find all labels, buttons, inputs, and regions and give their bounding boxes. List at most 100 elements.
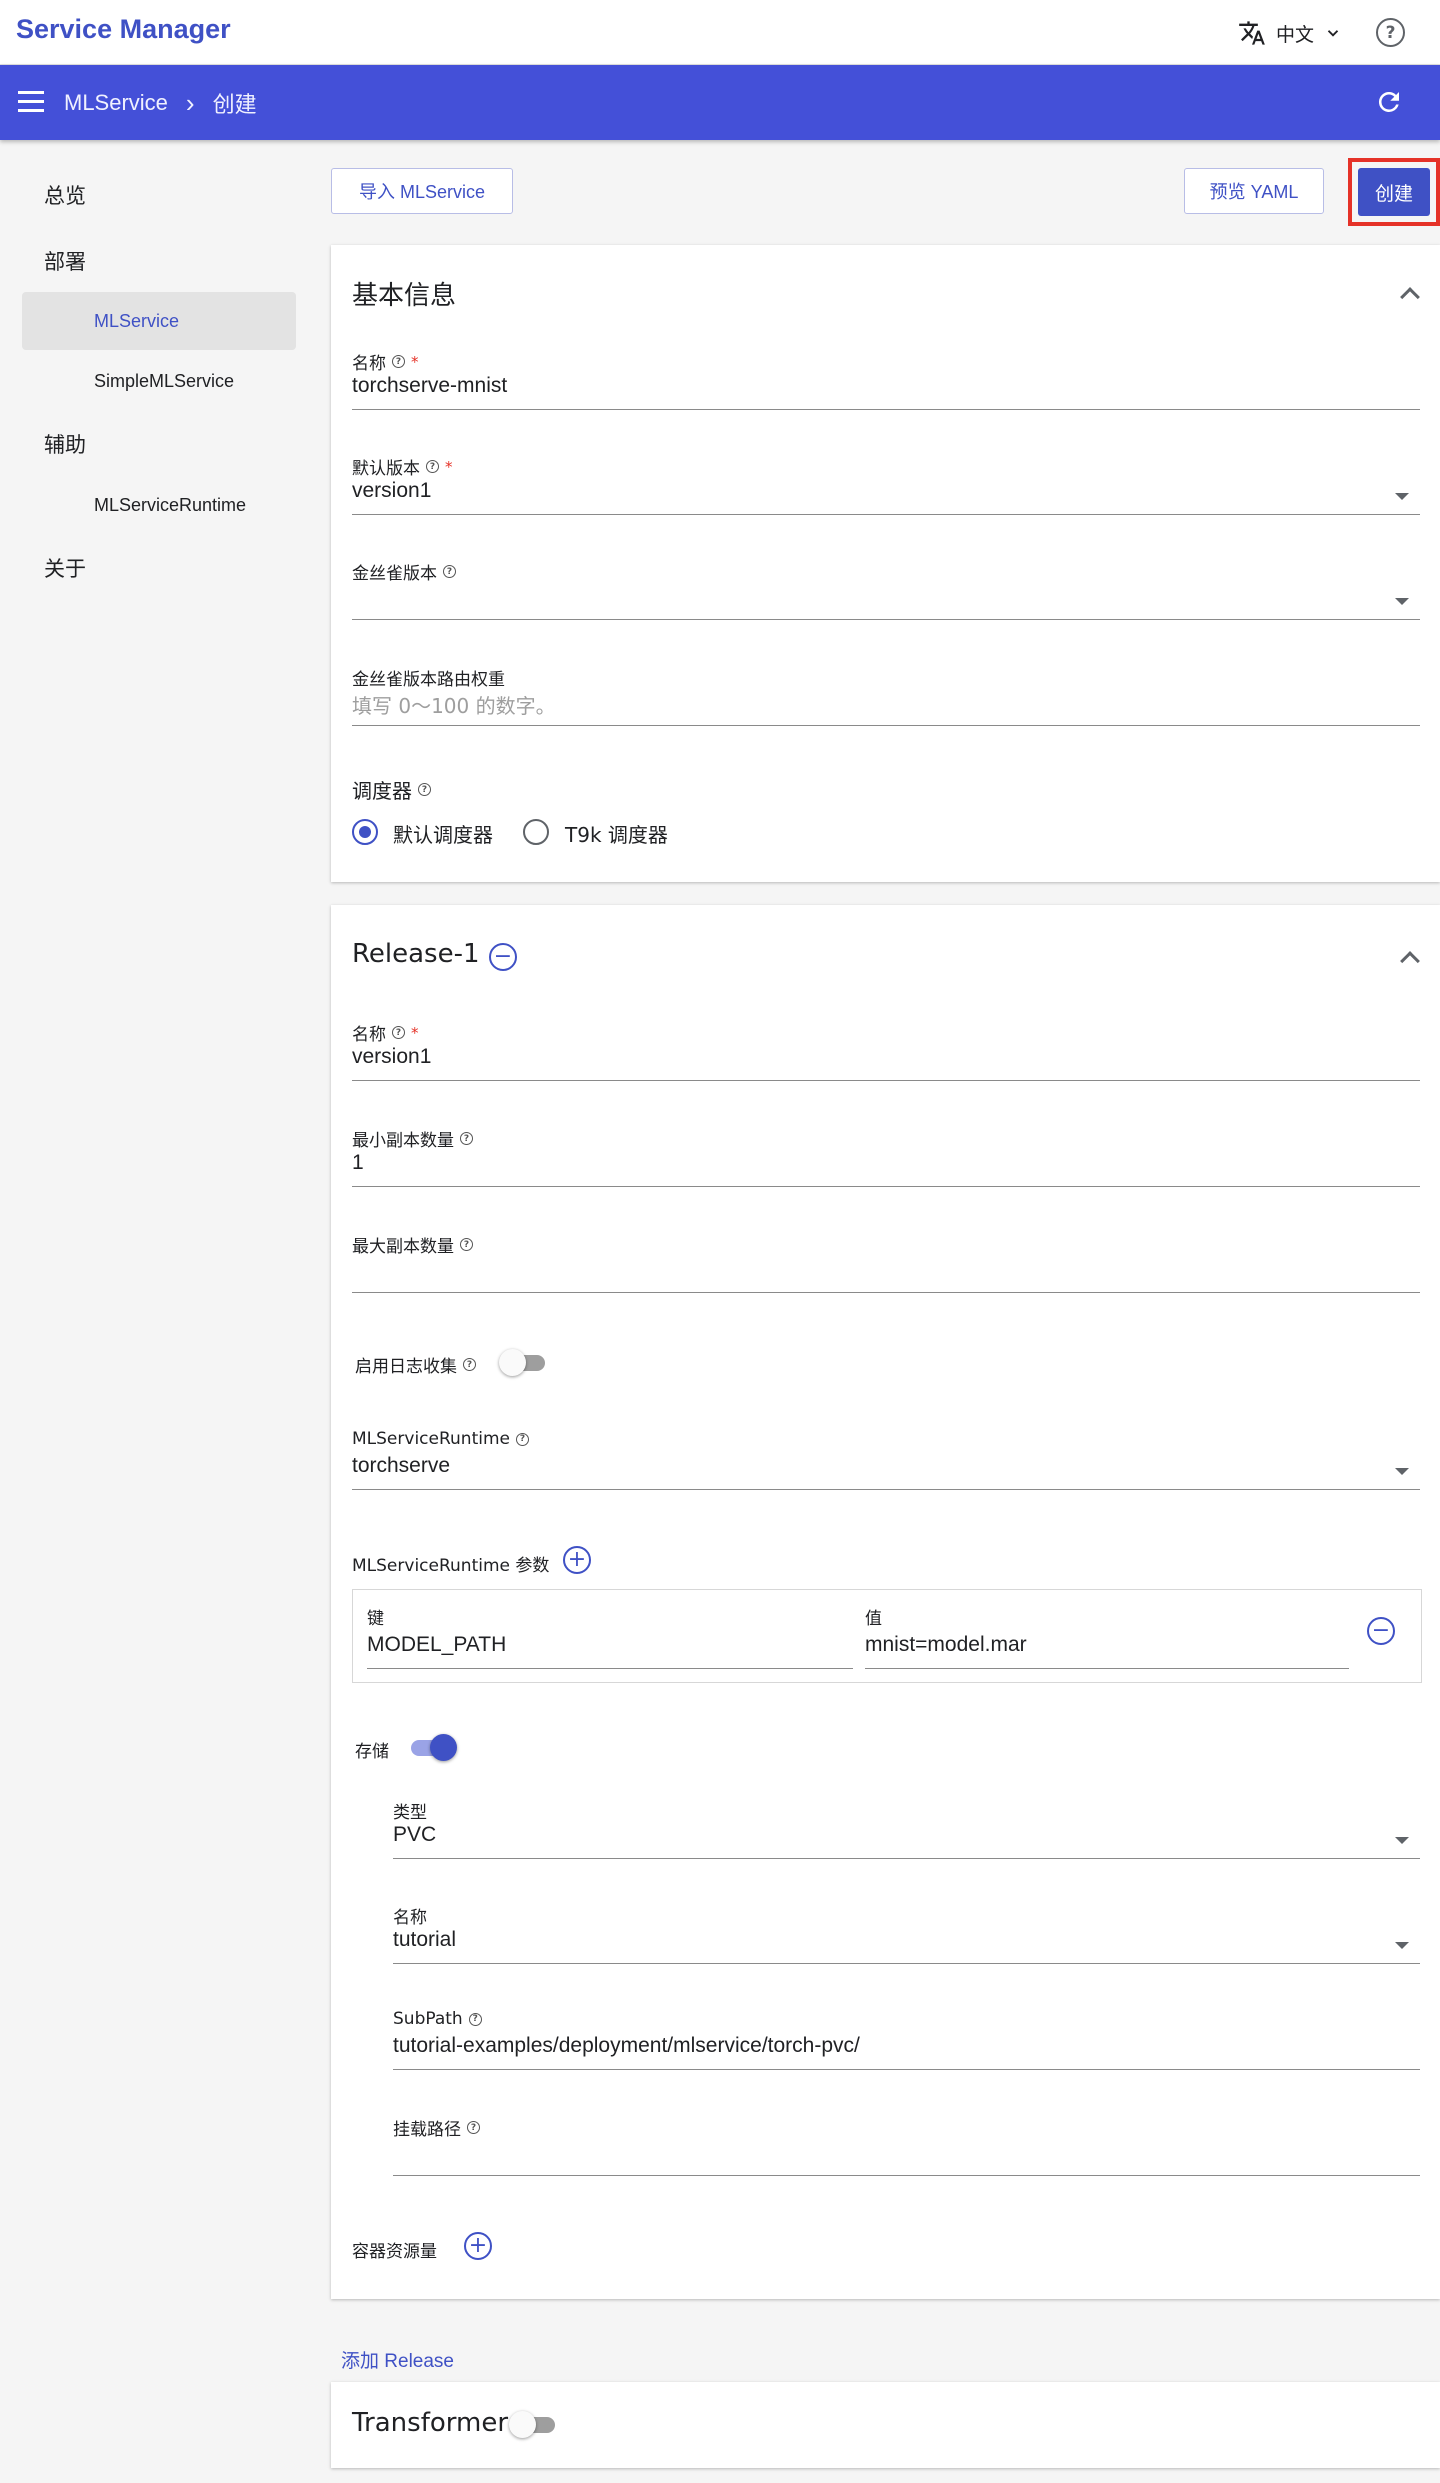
default-version-label: 默认版本 xyxy=(352,459,420,479)
subpath-label: SubPath xyxy=(393,2009,463,2029)
mount-path-label: 挂载路径 xyxy=(393,2120,461,2140)
basic-info-card: 基本信息 名称? * torchserve-mnist 默认版本? * versio… xyxy=(331,245,1440,882)
canary-weight-placeholder[interactable]: 填写 0～100 的数字。 xyxy=(352,690,556,719)
param-value-label: 值 xyxy=(865,1609,882,1629)
storage-type-label: 类型 xyxy=(393,1803,427,1823)
resources-label-row: 容器资源量 xyxy=(352,2237,437,2262)
logging-toggle[interactable] xyxy=(499,1347,549,1377)
refresh-icon[interactable] xyxy=(1374,87,1404,117)
required-mark: * xyxy=(411,352,419,371)
sidebar-group-auxiliary: 辅助 xyxy=(44,433,86,457)
sidebar-item-overview[interactable]: 总览 xyxy=(44,180,86,210)
sidebar-item-simplemlservice[interactable]: SimpleMLService xyxy=(22,352,296,410)
storage-toggle[interactable] xyxy=(407,1732,457,1762)
breadcrumb-separator: › xyxy=(185,87,195,118)
sidebar-item-mlserviceruntime[interactable]: MLServiceRuntime xyxy=(22,476,296,534)
import-mlservice-button[interactable]: 导入 MLService xyxy=(331,168,513,214)
help-icon: ? xyxy=(515,1432,529,1446)
storage-name-value[interactable]: tutorial xyxy=(393,1928,456,1952)
help-icon: ? xyxy=(443,565,456,578)
transformer-title: Transformer xyxy=(352,2408,509,2438)
max-replicas-label: 最大副本数量 xyxy=(352,1237,454,1257)
release-name-value[interactable]: version1 xyxy=(352,1045,431,1069)
collapse-icon[interactable] xyxy=(1400,287,1420,307)
create-button[interactable]: 创建 xyxy=(1358,168,1430,216)
top-app-bar: Service Manager 中文 ? xyxy=(0,0,1440,65)
storage-label-row: 存储 xyxy=(355,1737,389,1762)
help-icon: ? xyxy=(468,2012,482,2026)
create-button-highlight: 创建 xyxy=(1348,158,1440,226)
storage-name-label: 名称 xyxy=(393,1908,427,1928)
remove-release-icon[interactable]: − xyxy=(489,943,517,971)
dropdown-caret-icon xyxy=(1395,598,1409,605)
language-switcher[interactable]: 中文 xyxy=(1238,17,1342,49)
dropdown-caret-icon xyxy=(1395,1837,1409,1844)
breadcrumb-current: 创建 xyxy=(212,92,257,117)
help-icon: ? xyxy=(392,1026,405,1039)
sidebar-item-about[interactable]: 关于 xyxy=(44,553,86,583)
sidebar-group-deploy: 部署 xyxy=(44,250,86,274)
transformer-toggle[interactable] xyxy=(509,2409,559,2439)
storage-label: 存储 xyxy=(355,1742,389,1762)
navigation-bar: MLService › 创建 xyxy=(0,65,1440,140)
runtime-value[interactable]: torchserve xyxy=(352,1454,450,1478)
language-label: 中文 xyxy=(1276,23,1315,46)
param-value-value[interactable]: mnist=model.mar xyxy=(865,1633,1027,1657)
logging-label: 启用日志收集 xyxy=(355,1357,457,1377)
add-param-icon[interactable]: + xyxy=(563,1546,591,1574)
dropdown-caret-icon xyxy=(1395,1942,1409,1949)
help-icon[interactable]: ? xyxy=(1376,18,1405,47)
required-mark: * xyxy=(445,457,453,476)
release-title: Release-1 xyxy=(352,939,480,969)
menu-icon[interactable] xyxy=(18,91,44,113)
breadcrumb: MLService › 创建 xyxy=(64,87,257,119)
collapse-icon[interactable] xyxy=(1400,951,1420,971)
release-name-label: 名称 xyxy=(352,1025,386,1045)
default-version-value[interactable]: version1 xyxy=(352,479,431,503)
name-value[interactable]: torchserve-mnist xyxy=(352,374,507,398)
min-replicas-label: 最小副本数量 xyxy=(352,1131,454,1151)
default-scheduler-label[interactable]: 默认调度器 xyxy=(393,819,493,848)
param-key-label: 键 xyxy=(367,1609,384,1629)
runtime-label: MLServiceRuntime xyxy=(352,1429,510,1449)
scheduler-label-row: 调度器? xyxy=(352,775,431,804)
scheduler-label: 调度器 xyxy=(352,779,412,803)
required-mark: * xyxy=(411,1023,419,1042)
help-icon: ? xyxy=(463,1358,476,1371)
sidebar: 总览 部署 MLService SimpleMLService 辅助 MLSer… xyxy=(0,140,310,2483)
logging-label-row: 启用日志收集? xyxy=(355,1352,476,1377)
help-icon: ? xyxy=(460,1132,473,1145)
resources-label: 容器资源量 xyxy=(352,2242,437,2262)
remove-param-icon[interactable]: − xyxy=(1367,1617,1395,1645)
runtime-param-row: 键 MODEL_PATH 值 mnist=model.mar − xyxy=(352,1589,1422,1683)
param-key-value[interactable]: MODEL_PATH xyxy=(367,1633,506,1657)
storage-type-value[interactable]: PVC xyxy=(393,1823,436,1847)
help-icon: ? xyxy=(392,355,405,368)
help-icon: ? xyxy=(426,460,439,473)
transformer-card: Transformer xyxy=(331,2382,1440,2468)
dropdown-caret-icon xyxy=(1395,493,1409,500)
translate-icon xyxy=(1239,21,1265,45)
help-icon: ? xyxy=(418,783,431,796)
t9k-scheduler-radio[interactable] xyxy=(523,819,549,845)
preview-yaml-button[interactable]: 预览 YAML xyxy=(1184,168,1324,214)
chevron-down-icon xyxy=(1327,30,1339,37)
min-replicas-value[interactable]: 1 xyxy=(352,1151,364,1175)
canary-weight-label: 金丝雀版本路由权重 xyxy=(352,670,505,690)
breadcrumb-section[interactable]: MLService xyxy=(64,90,168,116)
help-icon: ? xyxy=(467,2121,480,2134)
runtime-params-label-row: MLServiceRuntime 参数 xyxy=(352,1551,549,1576)
dropdown-caret-icon xyxy=(1395,1468,1409,1475)
name-label: 名称 xyxy=(352,354,386,374)
basic-info-title: 基本信息 xyxy=(352,281,457,311)
add-resources-icon[interactable]: + xyxy=(464,2232,492,2260)
canary-version-label: 金丝雀版本 xyxy=(352,564,437,584)
t9k-scheduler-label[interactable]: T9k 调度器 xyxy=(565,819,668,848)
help-icon: ? xyxy=(460,1238,473,1251)
add-release-link[interactable]: 添加 Release xyxy=(341,2346,454,2373)
subpath-value[interactable]: tutorial-examples/deployment/mlservice/t… xyxy=(393,2034,860,2058)
default-scheduler-radio[interactable] xyxy=(352,819,378,845)
app-title: Service Manager xyxy=(16,14,231,44)
runtime-params-label: MLServiceRuntime 参数 xyxy=(352,1556,550,1576)
sidebar-item-mlservice[interactable]: MLService xyxy=(22,292,296,350)
